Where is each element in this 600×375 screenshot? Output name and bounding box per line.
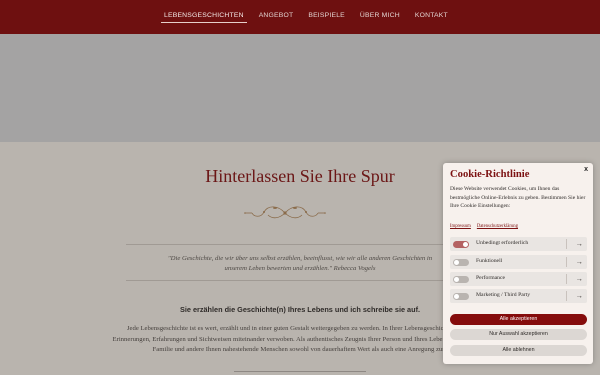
option-label: Performance [476, 275, 506, 281]
close-icon[interactable]: x [584, 166, 588, 173]
floral-ornament-icon [244, 206, 326, 219]
cookie-description: Diese Website verwendet Cookies, um Ihne… [450, 186, 586, 210]
option-divider [566, 257, 567, 267]
performance-toggle[interactable] [453, 275, 469, 283]
necessary-toggle[interactable] [453, 240, 469, 248]
option-label: Unbedingt erforderlich [476, 240, 529, 246]
main-menu: LEBENSGESCHICHTEN ANGEBOT BEISPIELE ÜBER… [161, 0, 448, 30]
quote-top-divider [126, 244, 474, 245]
cookie-option-functional: Funktionell → [450, 255, 587, 269]
cookie-consent-dialog: Cookie-Richtlinie x Diese Website verwen… [443, 163, 593, 364]
section-divider [234, 371, 366, 372]
quote-bottom-divider [126, 280, 474, 281]
quote: "Die Geschichte, die wir über uns selbst… [130, 254, 470, 274]
arrow-right-icon[interactable]: → [576, 239, 584, 248]
arrow-right-icon[interactable]: → [576, 257, 584, 266]
top-navigation-bar: LEBENSGESCHICHTEN ANGEBOT BEISPIELE ÜBER… [0, 0, 600, 34]
hero-image [0, 34, 600, 142]
quote-line: "Die Geschichte, die wir über uns selbst… [167, 255, 433, 262]
marketing-toggle[interactable] [453, 292, 469, 300]
cookie-option-performance: Performance → [450, 272, 587, 286]
option-label: Funktionell [476, 258, 503, 264]
accept-all-button[interactable]: Alle akzeptieren [450, 314, 587, 325]
nav-item-kontakt[interactable]: KONTAKT [415, 12, 448, 19]
nav-item-beispiele[interactable]: BEISPIELE [308, 12, 345, 19]
accept-selection-button[interactable]: Nur Auswahl akzeptieren [450, 329, 587, 340]
cookie-option-marketing: Marketing / Third Party → [450, 289, 587, 303]
impressum-link[interactable]: Impressum [450, 224, 471, 229]
nav-item-angebot[interactable]: ANGEBOT [259, 12, 294, 19]
reject-all-button[interactable]: Alle ablehnen [450, 345, 587, 356]
option-divider [566, 274, 567, 284]
option-label: Marketing / Third Party [476, 292, 531, 298]
arrow-right-icon[interactable]: → [576, 291, 584, 300]
option-divider [566, 291, 567, 301]
functional-toggle[interactable] [453, 258, 469, 266]
cookie-dialog-title: Cookie-Richtlinie [450, 169, 530, 180]
nav-item-ueber-mich[interactable]: ÜBER MICH [360, 12, 400, 19]
arrow-right-icon[interactable]: → [576, 274, 584, 283]
cookie-links: Impressum Datenschutzerklärung [450, 224, 518, 229]
option-divider [566, 239, 567, 249]
datenschutz-link[interactable]: Datenschutzerklärung [477, 224, 518, 229]
cookie-option-necessary: Unbedingt erforderlich → [450, 237, 587, 251]
nav-item-lebensgeschichten[interactable]: LEBENSGESCHICHTEN [161, 12, 247, 23]
quote-line: unserem Leben bewerten und erzählen." Re… [224, 265, 376, 272]
